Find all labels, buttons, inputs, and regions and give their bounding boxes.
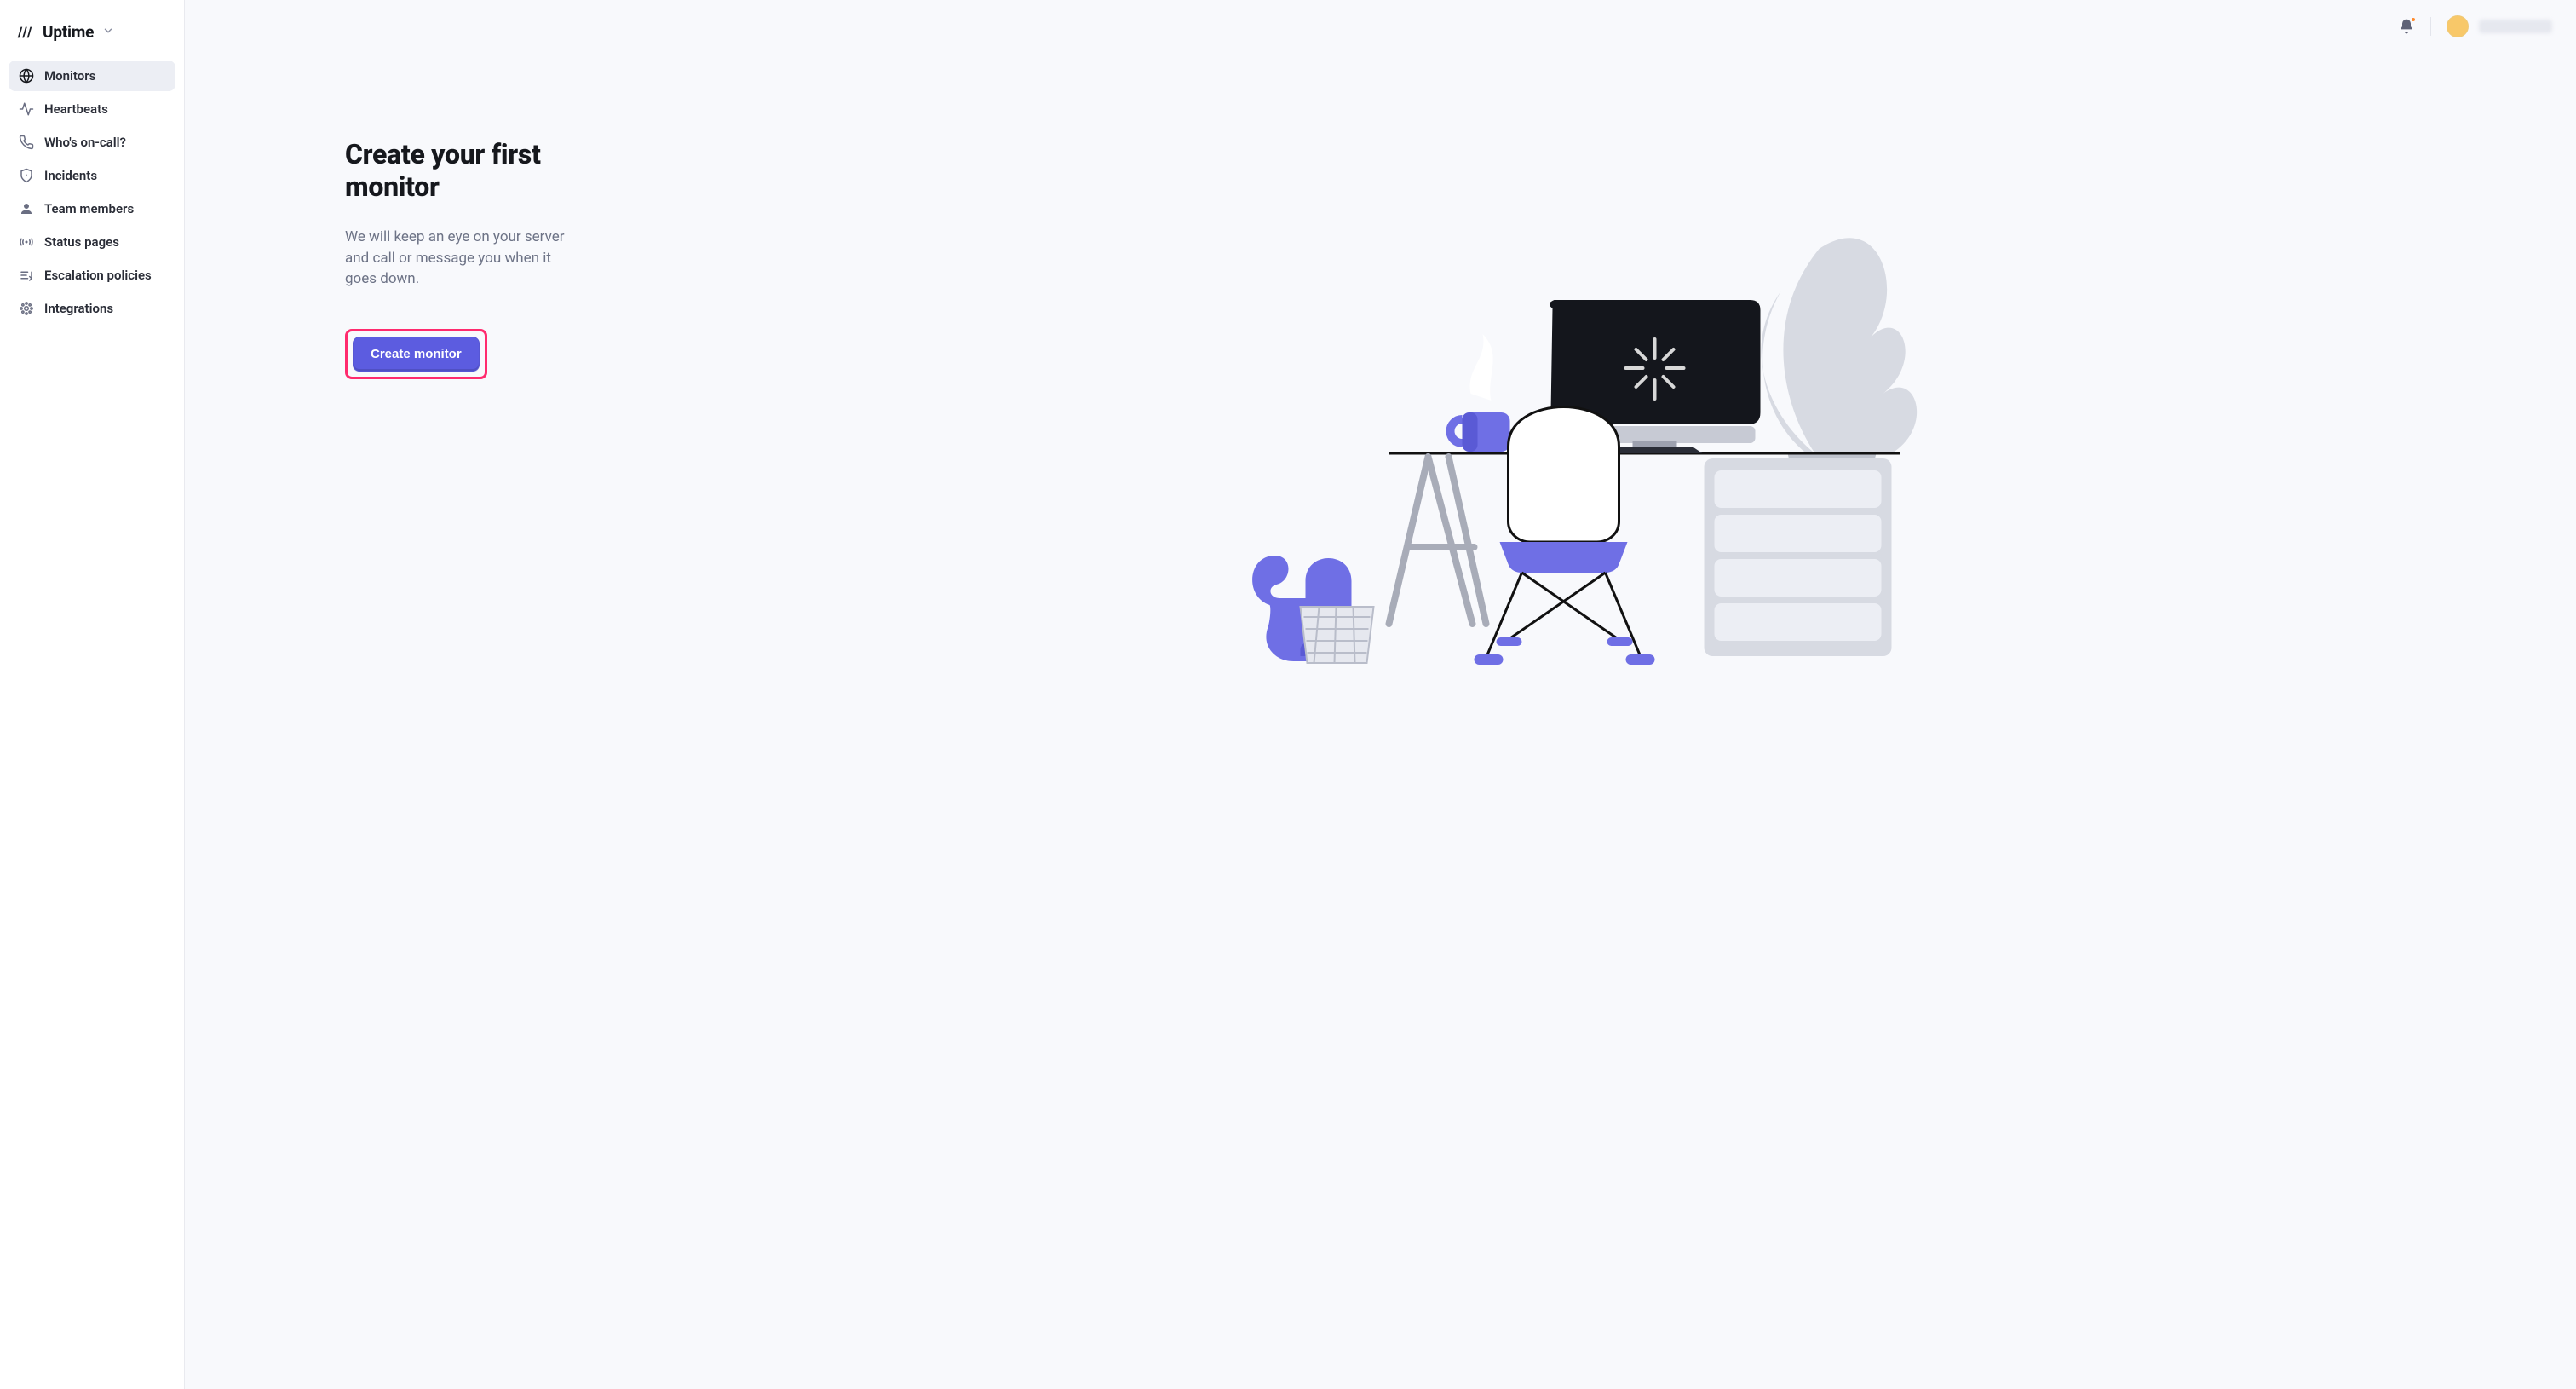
sidebar: Uptime Monitors Heartbeats bbox=[0, 0, 185, 1389]
empty-state-illustration bbox=[594, 181, 2542, 675]
shield-icon bbox=[19, 168, 34, 183]
chevron-down-icon bbox=[102, 25, 114, 40]
page-description: We will keep an eye on your server and c… bbox=[345, 227, 584, 290]
brand-logo-icon bbox=[15, 23, 34, 42]
sidebar-item-escalation[interactable]: Escalation policies bbox=[9, 260, 175, 291]
main: Create your first monitor We will keep a… bbox=[185, 0, 2576, 1389]
broadcast-icon bbox=[19, 234, 34, 250]
globe-icon bbox=[19, 68, 34, 84]
sidebar-item-label: Who's on-call? bbox=[44, 135, 126, 150]
separator bbox=[2430, 17, 2431, 36]
sidebar-item-heartbeats[interactable]: Heartbeats bbox=[9, 94, 175, 124]
empty-state: Create your first monitor We will keep a… bbox=[345, 138, 635, 379]
activity-icon bbox=[19, 101, 34, 117]
content: Create your first monitor We will keep a… bbox=[185, 53, 2576, 1389]
sidebar-item-label: Incidents bbox=[44, 168, 97, 183]
sidebar-item-team[interactable]: Team members bbox=[9, 193, 175, 224]
highlight-frame: Create monitor bbox=[345, 329, 487, 379]
create-monitor-button[interactable]: Create monitor bbox=[353, 337, 480, 372]
sidebar-item-label: Team members bbox=[44, 201, 134, 216]
brand-name: Uptime bbox=[43, 22, 94, 42]
phone-icon bbox=[19, 135, 34, 150]
sidebar-item-label: Heartbeats bbox=[44, 101, 108, 117]
brand-switcher[interactable]: Uptime bbox=[9, 7, 175, 61]
notifications-button[interactable] bbox=[2398, 18, 2415, 35]
flow-icon bbox=[19, 268, 34, 283]
sidebar-item-label: Status pages bbox=[44, 234, 119, 250]
notification-dot-icon bbox=[2410, 16, 2417, 23]
page-title: Create your first monitor bbox=[345, 138, 635, 203]
avatar bbox=[2447, 15, 2469, 37]
account-menu[interactable] bbox=[2447, 15, 2552, 37]
integrations-icon bbox=[19, 301, 34, 316]
sidebar-item-label: Escalation policies bbox=[44, 268, 152, 283]
sidebar-item-label: Monitors bbox=[44, 68, 95, 84]
sidebar-item-incidents[interactable]: Incidents bbox=[9, 160, 175, 191]
account-name-redacted bbox=[2479, 20, 2552, 33]
sidebar-item-label: Integrations bbox=[44, 301, 113, 316]
sidebar-item-integrations[interactable]: Integrations bbox=[9, 293, 175, 324]
user-icon bbox=[19, 201, 34, 216]
topbar bbox=[185, 0, 2576, 53]
sidebar-nav: Monitors Heartbeats Who's on-call? Incid… bbox=[9, 61, 175, 324]
sidebar-item-oncall[interactable]: Who's on-call? bbox=[9, 127, 175, 158]
sidebar-item-monitors[interactable]: Monitors bbox=[9, 61, 175, 91]
sidebar-item-status[interactable]: Status pages bbox=[9, 227, 175, 257]
